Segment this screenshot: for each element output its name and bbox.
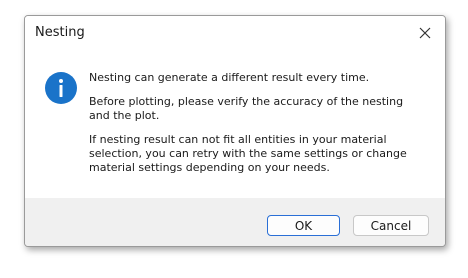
message-line-3: If nesting result can not fit all entiti…: [89, 133, 407, 174]
dialog-footer: OK Cancel: [25, 198, 445, 246]
message-line-1: Nesting can generate a different result …: [89, 71, 370, 84]
close-button[interactable]: [405, 16, 445, 50]
nesting-dialog: Nesting Nesting can generate a different…: [24, 15, 446, 247]
info-icon: [45, 72, 77, 104]
dialog-title: Nesting: [35, 25, 85, 40]
message-line-2: Before plotting, please verify the accur…: [89, 95, 404, 122]
dialog-content: Nesting can generate a different result …: [25, 50, 445, 198]
close-icon: [419, 27, 431, 39]
cancel-button[interactable]: Cancel: [353, 215, 429, 236]
title-bar: Nesting: [25, 16, 445, 50]
message-area: Nesting can generate a different result …: [89, 71, 419, 185]
ok-button[interactable]: OK: [267, 215, 340, 236]
